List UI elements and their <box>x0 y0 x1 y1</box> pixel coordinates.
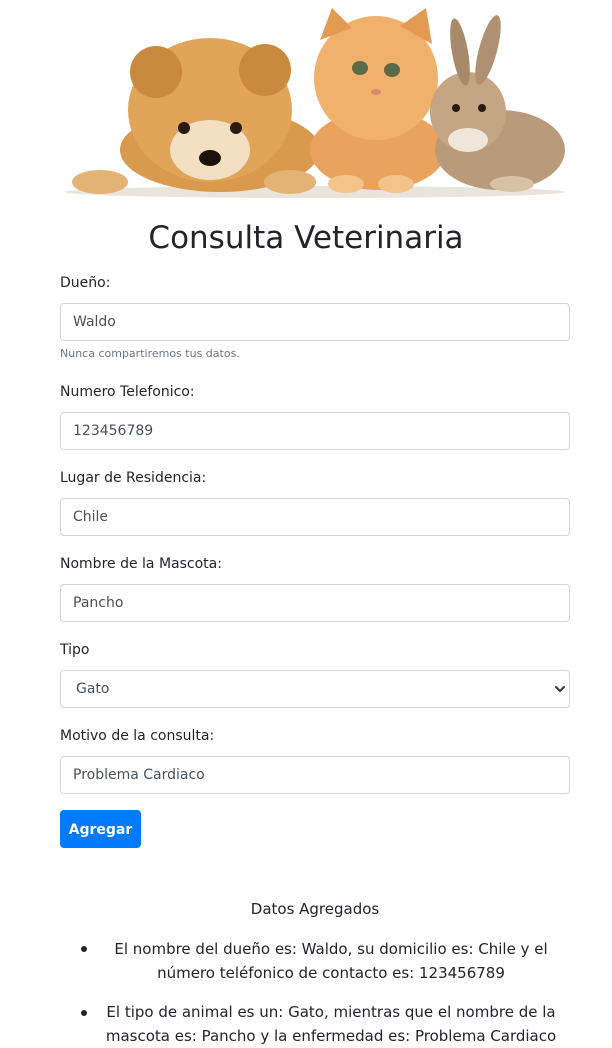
residence-input[interactable] <box>60 498 570 536</box>
reason-label: Motivo de la consulta: <box>60 728 215 744</box>
kitten-illustration <box>310 8 446 193</box>
result-item-owner: El nombre del dueño es: Waldo, su domici… <box>114 940 548 982</box>
residence-label: Lugar de Residencia: <box>60 470 207 486</box>
pet-name-label: Nombre de la Mascota: <box>60 556 222 572</box>
bullet-icon <box>81 946 87 952</box>
page-title: Consulta Veterinaria <box>148 220 464 256</box>
result-item-pet: El tipo de animal es un: Gato, mientras … <box>105 1003 557 1045</box>
rabbit-illustration <box>430 15 565 192</box>
phone-input[interactable] <box>60 412 570 450</box>
chevron-down-icon <box>555 686 565 692</box>
type-select[interactable]: Gato <box>60 670 570 708</box>
bullet-icon <box>81 1010 87 1016</box>
type-label: Tipo <box>60 642 90 658</box>
results-title: Datos Agregados <box>250 900 380 918</box>
type-select-value: Gato <box>60 670 570 708</box>
hero-image <box>60 0 570 200</box>
owner-input[interactable] <box>60 303 570 341</box>
phone-label: Numero Telefonico: <box>60 384 195 400</box>
puppy-illustration <box>72 38 320 194</box>
agregar-button[interactable]: Agregar <box>60 810 141 848</box>
reason-input[interactable] <box>60 756 570 794</box>
pet-name-input[interactable] <box>60 584 570 622</box>
owner-label: Dueño: <box>60 275 111 291</box>
owner-help-text: Nunca compartiremos tus datos. <box>60 347 240 360</box>
